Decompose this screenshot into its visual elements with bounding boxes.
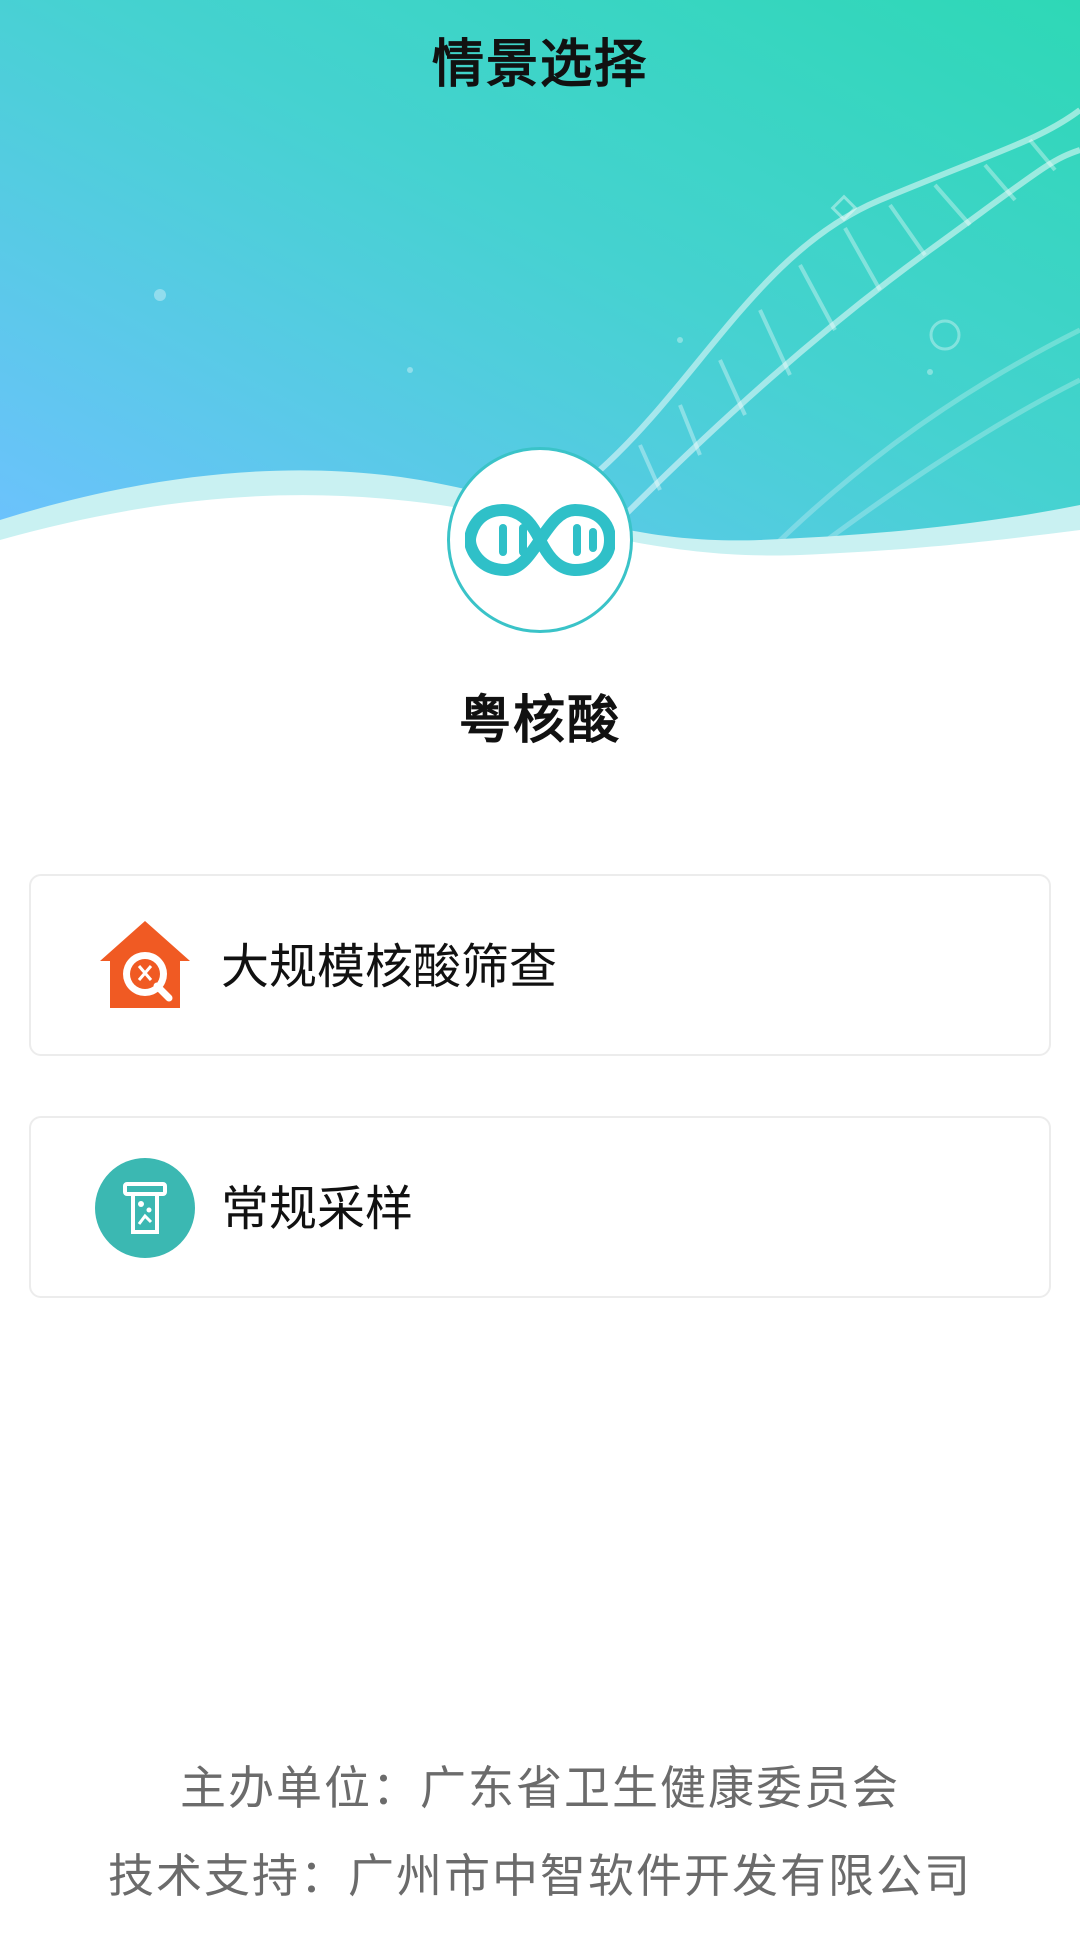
test-tube-icon [95, 1158, 195, 1258]
mass-screening-option[interactable]: 大规模核酸筛查 [29, 874, 1051, 1056]
routine-sampling-option[interactable]: 常规采样 [29, 1116, 1051, 1298]
routine-sampling-label: 常规采样 [221, 1181, 414, 1237]
house-search-icon [95, 916, 195, 1016]
app-name: 粤核酸 [458, 691, 621, 751]
mass-screening-label: 大规模核酸筛查 [221, 939, 558, 995]
organizer-text: 主办单位：广东省卫生健康委员会 [180, 1761, 900, 1815]
page-title: 情景选择 [431, 35, 648, 95]
app-logo [447, 447, 633, 633]
tech-support-text: 技术支持：广州市中智软件开发有限公司 [108, 1849, 972, 1903]
dna-infinity-icon [465, 503, 615, 577]
